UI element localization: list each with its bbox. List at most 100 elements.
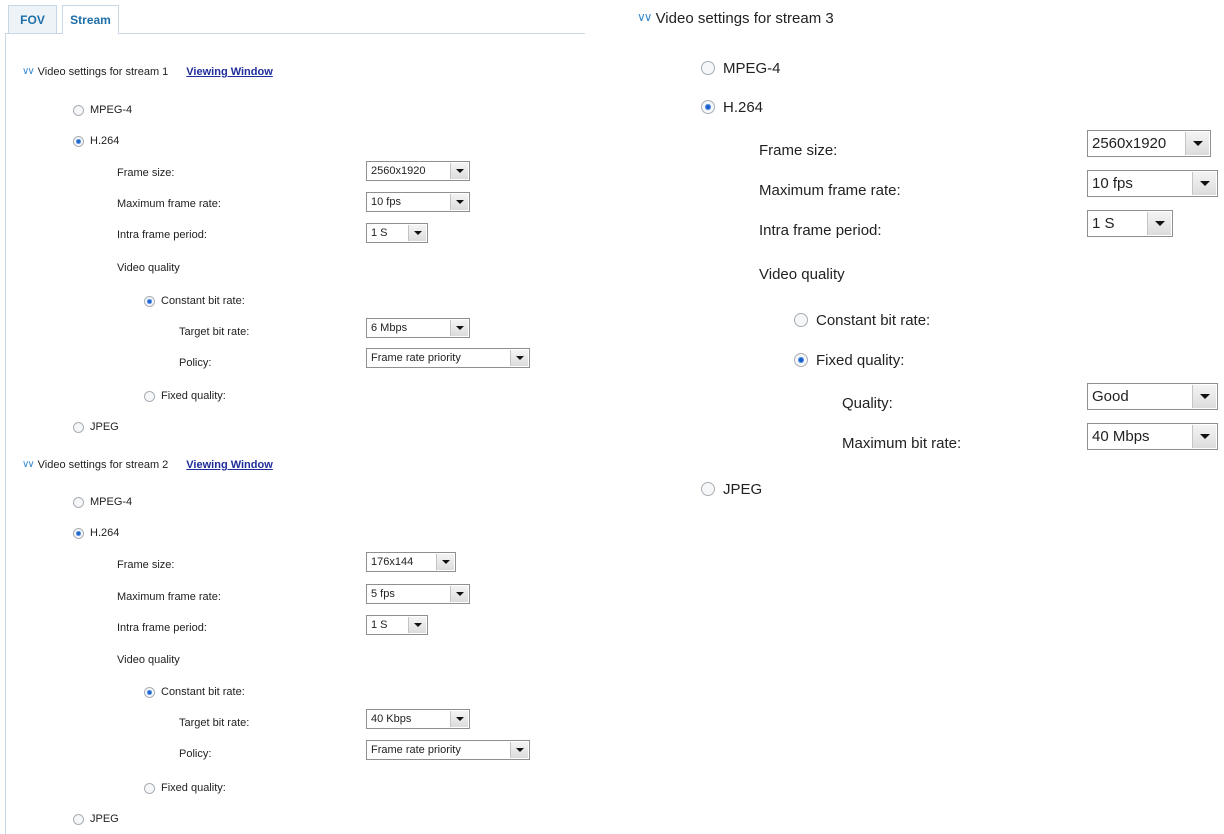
stream1-h264-label: H.264	[90, 135, 120, 147]
stream3-h264-label: H.264	[723, 98, 764, 116]
radio-checked-icon	[144, 295, 155, 307]
radio-checked-icon	[794, 353, 808, 367]
stream2-h264-label: H.264	[90, 527, 120, 539]
stream3-h264-radio[interactable]: H.264	[701, 97, 763, 117]
stream1-mpeg4-radio[interactable]: MPEG-4	[73, 102, 132, 118]
stream3-header[interactable]: ∨∨ Video settings for stream 3	[637, 8, 834, 28]
stream3-jpeg-label: JPEG	[723, 480, 763, 498]
stream2-header[interactable]: ∨∨ Video settings for stream 2 Viewing W…	[22, 457, 273, 473]
radio-unchecked-icon	[701, 61, 715, 75]
radio-unchecked-icon	[794, 313, 808, 327]
stream2-policy-select[interactable]: Frame rate priority	[366, 740, 530, 760]
stream2-h264-radio[interactable]: H.264	[73, 525, 119, 541]
tab-fov-label: FOV	[20, 12, 45, 27]
radio-checked-icon	[73, 527, 84, 539]
dropdown-arrow-icon	[1147, 212, 1171, 235]
stream1-intra-frame-label: Intra frame period:	[117, 229, 207, 241]
stream1-h264-radio[interactable]: H.264	[73, 133, 119, 149]
stream2-policy-label: Policy:	[179, 748, 212, 760]
stream2-frame-size-select[interactable]: 176x144	[366, 552, 456, 572]
stream2-max-frame-rate-label: Maximum frame rate:	[117, 591, 221, 603]
radio-unchecked-icon	[73, 813, 84, 825]
panel-left-border	[5, 33, 6, 834]
dropdown-arrow-icon	[1192, 425, 1216, 448]
stream3-max-frame-rate-select[interactable]: 10 fps	[1087, 170, 1218, 197]
stream2-target-bit-rate-select[interactable]: 40 Kbps	[366, 709, 470, 729]
stream3-intra-frame-value: 1 S	[1092, 215, 1115, 232]
stream1-mpeg4-label: MPEG-4	[90, 104, 133, 116]
stream1-intra-frame-value: 1 S	[371, 227, 388, 239]
stream2-mpeg4-label: MPEG-4	[90, 496, 133, 508]
stream3-max-frame-rate-label: Maximum frame rate:	[759, 182, 901, 199]
stream3-mpeg4-label: MPEG-4	[723, 59, 781, 77]
stream3-mpeg4-radio[interactable]: MPEG-4	[701, 58, 781, 78]
stream2-frame-size-value: 176x144	[371, 556, 414, 568]
dropdown-arrow-icon	[450, 320, 468, 336]
stream3-fixed-quality-label: Fixed quality:	[816, 351, 905, 369]
stream3-title: Video settings for stream 3	[655, 9, 834, 27]
stream1-fixed-quality-label: Fixed quality:	[161, 390, 226, 402]
stream3-frame-size-label: Frame size:	[759, 142, 838, 159]
stream1-intra-frame-select[interactable]: 1 S	[366, 223, 428, 243]
stream2-fixed-quality-radio[interactable]: Fixed quality:	[144, 780, 226, 796]
stream1-frame-size-value: 2560x1920	[371, 165, 426, 177]
viewing-window-link[interactable]: Viewing Window	[186, 66, 272, 78]
stream2-fixed-quality-label: Fixed quality:	[161, 782, 226, 794]
stream1-video-quality-label: Video quality	[117, 262, 180, 274]
stream3-quality-select[interactable]: Good	[1087, 383, 1218, 410]
stream2-max-frame-rate-select[interactable]: 5 fps	[366, 584, 470, 604]
chevron-down-icon: ∨∨	[22, 458, 35, 470]
radio-checked-icon	[144, 686, 155, 698]
stream3-quality-value: Good	[1092, 388, 1129, 405]
stream3-video-quality-label: Video quality	[759, 266, 845, 283]
stream1-target-bit-rate-label: Target bit rate:	[179, 326, 250, 338]
dropdown-arrow-icon	[1185, 132, 1209, 155]
stream3-frame-size-select[interactable]: 2560x1920	[1087, 130, 1211, 157]
stream1-max-frame-rate-value: 10 fps	[371, 196, 401, 208]
chevron-down-icon: ∨∨	[22, 65, 35, 77]
stream3-fixed-quality-radio[interactable]: Fixed quality:	[794, 350, 904, 370]
stream2-mpeg4-radio[interactable]: MPEG-4	[73, 494, 132, 510]
stream2-policy-value: Frame rate priority	[371, 744, 461, 756]
stream1-fixed-quality-radio[interactable]: Fixed quality:	[144, 388, 226, 404]
stream2-intra-frame-value: 1 S	[371, 619, 388, 631]
stream3-intra-frame-label: Intra frame period:	[759, 222, 882, 239]
stream2-jpeg-radio[interactable]: JPEG	[73, 811, 119, 827]
stream3-max-bit-rate-value: 40 Mbps	[1092, 428, 1150, 445]
stream2-constant-bit-rate-radio[interactable]: Constant bit rate:	[144, 684, 245, 700]
stream1-target-bit-rate-value: 6 Mbps	[371, 322, 408, 334]
stream1-policy-select[interactable]: Frame rate priority	[366, 348, 530, 368]
stream2-video-quality-label: Video quality	[117, 654, 180, 666]
stream3-quality-label: Quality:	[842, 395, 893, 412]
radio-unchecked-icon	[73, 104, 84, 116]
dropdown-arrow-icon	[450, 711, 468, 727]
dropdown-arrow-icon	[450, 163, 468, 179]
stream1-policy-label: Policy:	[179, 357, 212, 369]
stream3-max-bit-rate-select[interactable]: 40 Mbps	[1087, 423, 1218, 450]
dropdown-arrow-icon	[408, 225, 426, 241]
stream1-max-frame-rate-select[interactable]: 10 fps	[366, 192, 470, 212]
dropdown-arrow-icon	[450, 586, 468, 602]
stream1-frame-size-select[interactable]: 2560x1920	[366, 161, 470, 181]
viewing-window-link[interactable]: Viewing Window	[186, 459, 272, 471]
stream3-jpeg-radio[interactable]: JPEG	[701, 479, 762, 499]
tab-fov[interactable]: FOV	[8, 5, 57, 33]
stream2-target-bit-rate-value: 40 Kbps	[371, 713, 412, 725]
stream1-jpeg-label: JPEG	[90, 421, 119, 433]
dropdown-arrow-icon	[510, 742, 528, 758]
chevron-down-icon: ∨∨	[637, 10, 653, 24]
stream1-policy-value: Frame rate priority	[371, 352, 461, 364]
stream3-constant-bit-rate-radio[interactable]: Constant bit rate:	[794, 310, 930, 330]
stream2-intra-frame-select[interactable]: 1 S	[366, 615, 428, 635]
stream1-constant-bit-rate-radio[interactable]: Constant bit rate:	[144, 293, 245, 309]
dropdown-arrow-icon	[436, 554, 454, 570]
stream1-jpeg-radio[interactable]: JPEG	[73, 419, 119, 435]
radio-unchecked-icon	[701, 482, 715, 496]
stream3-constant-bit-rate-label: Constant bit rate:	[816, 311, 931, 329]
tab-stream[interactable]: Stream	[62, 5, 119, 34]
stream1-header[interactable]: ∨∨ Video settings for stream 1 Viewing W…	[22, 64, 273, 80]
dropdown-arrow-icon	[510, 350, 528, 366]
stream1-title: Video settings for stream 1	[37, 66, 169, 78]
stream3-intra-frame-select[interactable]: 1 S	[1087, 210, 1173, 237]
stream1-target-bit-rate-select[interactable]: 6 Mbps	[366, 318, 470, 338]
